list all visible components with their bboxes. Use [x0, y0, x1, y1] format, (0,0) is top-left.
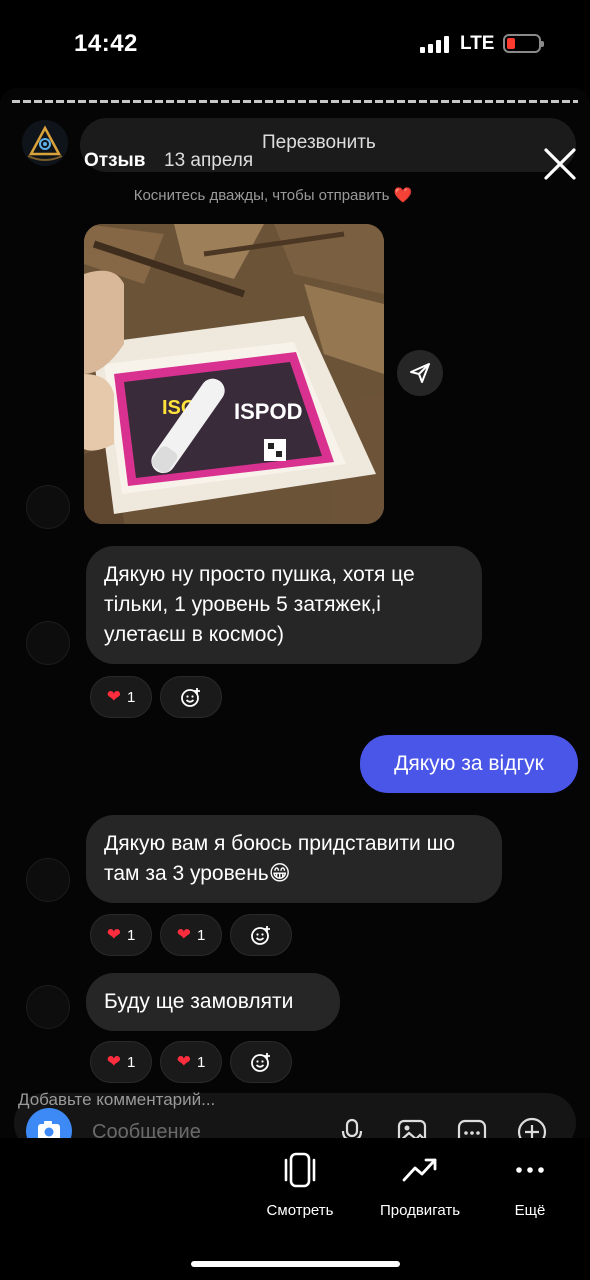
sender-avatar: [26, 621, 70, 665]
microphone-icon[interactable]: [336, 1116, 368, 1138]
heart-icon: ❤️: [393, 187, 413, 204]
sticker-icon[interactable]: [456, 1116, 488, 1138]
camera-icon: [38, 1121, 60, 1138]
add-reaction-icon: [251, 926, 270, 945]
heart-icon: ❤: [106, 1052, 121, 1071]
add-reaction-button[interactable]: [160, 676, 222, 718]
add-reaction-icon: [251, 1053, 270, 1072]
view-icon: [284, 1152, 316, 1188]
more-icon: [516, 1167, 544, 1173]
heart-icon: ❤: [176, 1052, 191, 1071]
promote-button[interactable]: Продвигать: [360, 1150, 480, 1219]
comment-input[interactable]: Добавьте комментарий...: [18, 1090, 215, 1110]
story-username[interactable]: Отзыв: [84, 150, 145, 172]
double-tap-hint: Коснитесь дважды, чтобы отправить ❤️: [133, 187, 413, 204]
message-input[interactable]: Сообщение: [92, 1121, 201, 1138]
share-button[interactable]: [397, 350, 443, 396]
heart-reaction[interactable]: ❤ 1: [90, 676, 152, 718]
camera-button[interactable]: [26, 1108, 72, 1138]
call-back-label: Перезвонить: [262, 132, 376, 153]
story-viewer[interactable]: Перезвонить Отзыв 13 апреля Коснитесь дв…: [0, 88, 590, 1138]
network-label: LTE: [460, 33, 495, 54]
signal-icon: [420, 35, 450, 53]
home-indicator[interactable]: [191, 1261, 400, 1267]
add-reaction-button[interactable]: [230, 914, 292, 956]
shared-photo[interactable]: ISO ISPOD: [84, 224, 384, 524]
heart-icon: ❤: [106, 687, 121, 706]
heart-reaction[interactable]: ❤ 1: [90, 914, 152, 956]
sender-avatar: [26, 485, 70, 529]
heart-reaction[interactable]: ❤ 1: [160, 914, 222, 956]
heart-reaction[interactable]: ❤ 1: [90, 1041, 152, 1083]
heart-icon: ❤: [106, 925, 121, 944]
heart-icon: ❤: [176, 925, 191, 944]
sender-avatar: [26, 858, 70, 902]
photo-brand-ispod: ISPOD: [234, 399, 302, 424]
more-button[interactable]: Ещё: [470, 1150, 590, 1219]
view-button[interactable]: Смотреть: [240, 1150, 360, 1219]
status-bar: 14:42 LTE: [0, 0, 590, 88]
trending-up-icon: [402, 1158, 437, 1182]
heart-reaction[interactable]: ❤ 1: [160, 1041, 222, 1083]
message-bubble-outgoing[interactable]: Дякую за відгук: [360, 735, 578, 793]
message-bubble-incoming[interactable]: Дякую вам я боюсь придставити шо там за …: [86, 815, 502, 903]
gallery-icon[interactable]: [396, 1116, 428, 1138]
add-reaction-button[interactable]: [230, 1041, 292, 1083]
close-icon[interactable]: [540, 144, 580, 184]
story-date: 13 апреля: [164, 150, 254, 171]
add-reaction-icon: [181, 688, 200, 707]
sender-avatar: [26, 985, 70, 1029]
plus-icon[interactable]: [516, 1116, 548, 1138]
story-header: Перезвонить Отзыв 13 апреля: [0, 110, 590, 190]
avatar[interactable]: [22, 120, 68, 166]
bottom-action-bar: Смотреть Продвигать Ещё: [0, 1138, 590, 1280]
message-bubble-incoming[interactable]: Дякую ну просто пушка, хотя це тільки, 1…: [86, 546, 482, 664]
message-bubble-incoming[interactable]: Буду ще замовляти: [86, 973, 340, 1031]
status-time: 14:42: [74, 30, 138, 57]
story-progress-bar: [12, 100, 578, 103]
battery-icon: [503, 34, 544, 53]
